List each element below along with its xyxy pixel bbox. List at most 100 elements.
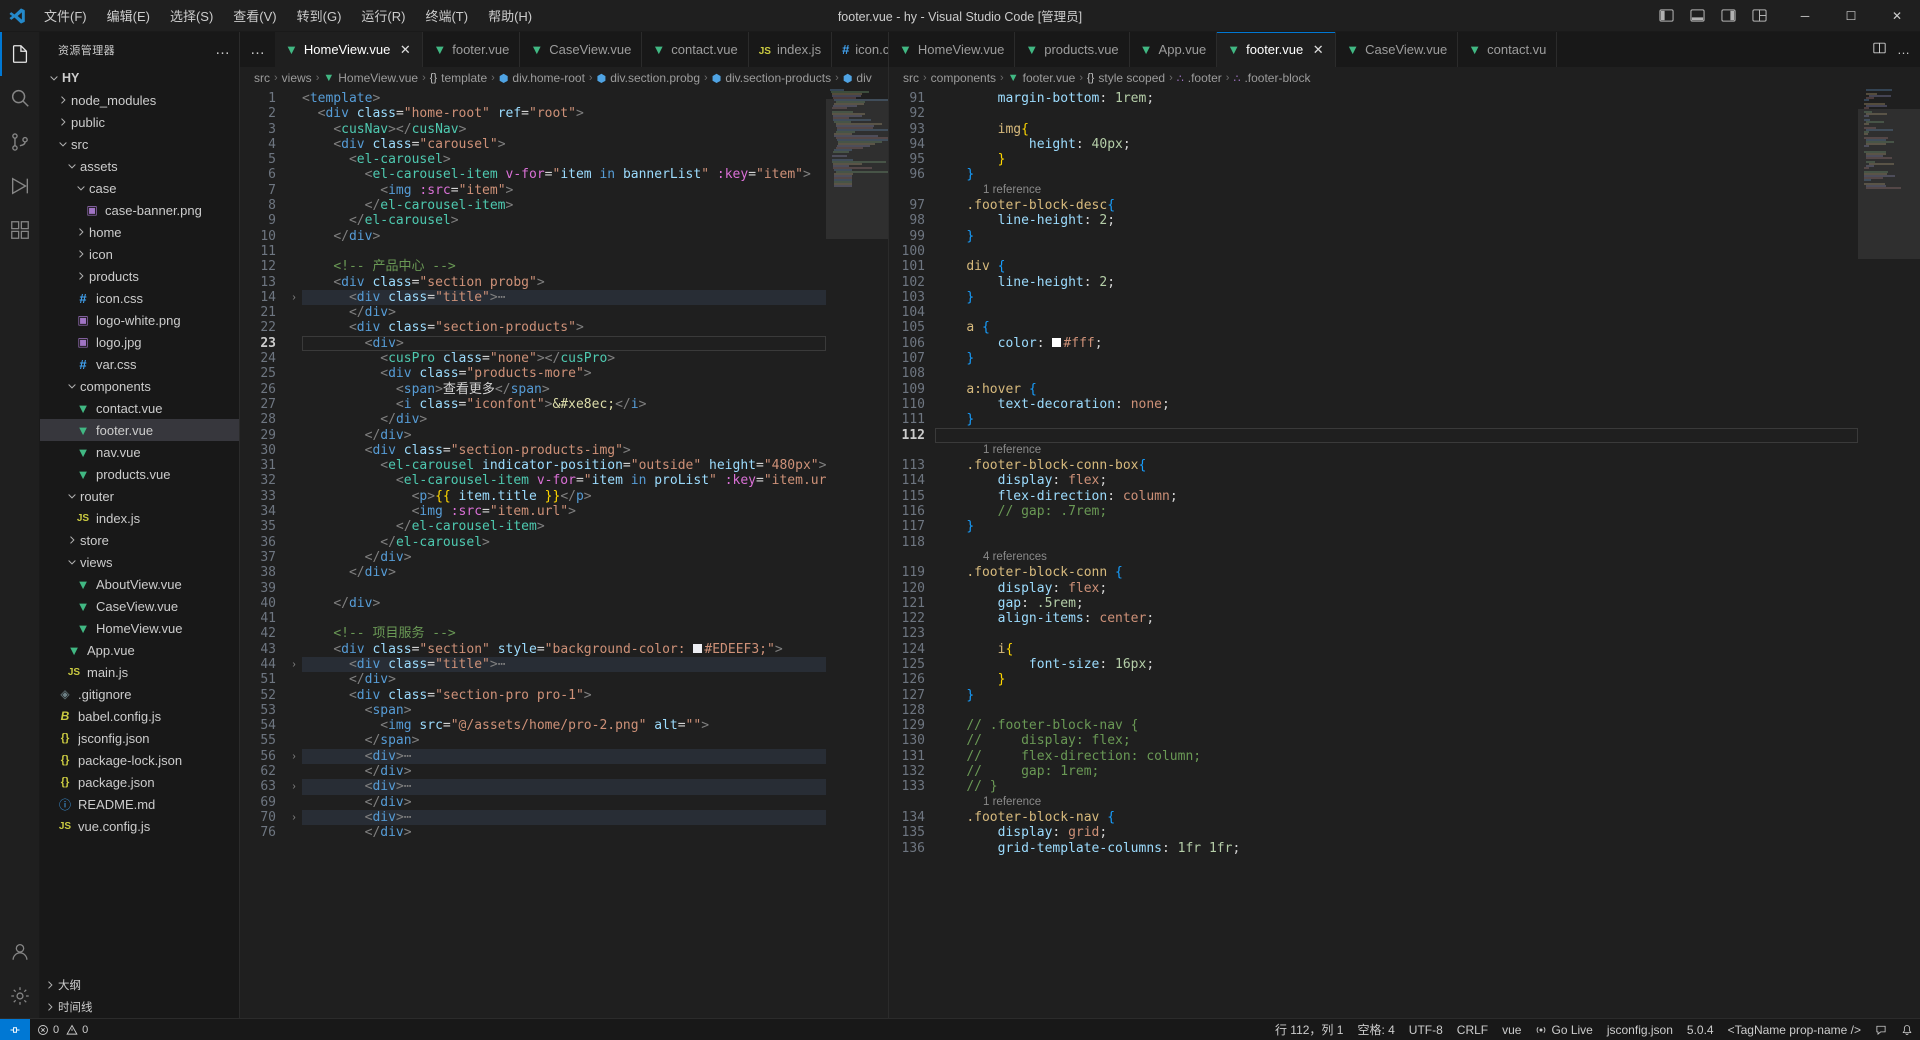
activity-explorer[interactable] <box>0 32 40 76</box>
breadcrumb-template[interactable]: {} template <box>430 71 487 85</box>
folding-controls-left[interactable]: › › › › › <box>286 89 302 1018</box>
split-editor-icon[interactable] <box>1872 41 1887 58</box>
breadcrumb-right[interactable]: src › components › ▼ footer.vue ›{} style scope… <box>889 67 1920 89</box>
tree-item-nav-vue[interactable]: ▼ nav.vue <box>40 441 239 463</box>
tree-item-logo-jpg[interactable]: ▣ logo.jpg <box>40 331 239 353</box>
code-line[interactable]: <div>⋯ <box>302 809 826 826</box>
code-line[interactable]: </div> <box>302 565 826 580</box>
code-line[interactable]: height: 40px; <box>935 137 1858 152</box>
encoding[interactable]: UTF-8 <box>1402 1019 1450 1040</box>
code-line[interactable]: <!-- 项目服务 --> <box>302 626 826 641</box>
minimap-slider[interactable] <box>1858 109 1920 259</box>
code-line[interactable] <box>935 535 1858 550</box>
chevron-right-icon[interactable] <box>75 226 87 238</box>
fold-chevron-icon[interactable]: › <box>286 779 302 794</box>
code-editor-right[interactable]: 91 92 93 94 95 96 97 98 99 100 101 102 103 104 105 106 1… <box>889 89 1920 1018</box>
code-line[interactable]: </div> <box>302 825 826 840</box>
code-line[interactable]: align-items: center; <box>935 611 1858 626</box>
tree-item-products[interactable]: products <box>40 265 239 287</box>
tree-item-public[interactable]: public <box>40 111 239 133</box>
tree-item-package-json[interactable]: {} package.json <box>40 771 239 793</box>
chevron-right-icon[interactable] <box>75 270 87 282</box>
tree-item-node-modules[interactable]: node_modules <box>40 89 239 111</box>
code-line[interactable]: <i class="iconfont">&#xe8ec;</i> <box>302 397 826 412</box>
chevron-right-icon[interactable] <box>57 116 69 128</box>
code-editor-left[interactable]: 1 2 3 4 5 6 7 8 9 10 11 12 13 14 21 22 23 24 25 26 27 28 29 30 3… <box>240 89 888 1018</box>
code-line[interactable]: <cusPro class="none"></cusPro> <box>302 351 826 366</box>
code-line[interactable]: <div class="products-more"> <box>302 366 826 381</box>
code-line[interactable]: <img :src="item"> <box>302 183 826 198</box>
breadcrumb--footer[interactable]: ∴ .footer <box>1177 71 1222 85</box>
activity-accounts[interactable] <box>0 930 40 974</box>
code-line[interactable]: } <box>935 152 1858 167</box>
tab-bar-right[interactable]: ▼ HomeView.vue ▼ products.vue ▼ App.vue ▼ foote… <box>889 32 1920 67</box>
breadcrumb-footer-vue[interactable]: ▼ footer.vue <box>1008 71 1076 85</box>
code-line[interactable] <box>935 244 1858 259</box>
code-line[interactable]: <div class="section-pro pro-1"> <box>302 688 826 703</box>
code-line[interactable]: <el-carousel indicator-position="outside… <box>302 458 826 473</box>
chevron-right-icon[interactable] <box>75 248 87 260</box>
code-line[interactable]: <span>查看更多</span> <box>302 382 826 397</box>
code-line[interactable]: } <box>935 412 1858 427</box>
tab-app-vue[interactable]: ▼ App.vue <box>1129 32 1218 67</box>
tab-products-vue[interactable]: ▼ products.vue <box>1015 32 1130 67</box>
code-line[interactable] <box>302 244 826 259</box>
code-content-left[interactable]: <template> <div class="home-root" ref="r… <box>302 89 826 1018</box>
menu-view[interactable]: 查看(V) <box>223 2 286 29</box>
code-line[interactable]: grid-template-columns: 1fr 1fr; <box>935 841 1858 856</box>
toggle-primary-sidebar-icon[interactable] <box>1658 8 1675 23</box>
code-line[interactable]: a { <box>935 320 1858 335</box>
code-line[interactable]: } <box>935 672 1858 687</box>
code-line[interactable] <box>935 626 1858 641</box>
tree-item-icon[interactable]: icon <box>40 243 239 265</box>
jsconfig-status[interactable]: jsconfig.json <box>1600 1019 1680 1040</box>
tree-item-logo-white-png[interactable]: ▣ logo-white.png <box>40 309 239 331</box>
code-line[interactable]: gap: .5rem; <box>935 596 1858 611</box>
chevron-down-icon[interactable] <box>66 490 78 502</box>
tree-item-caseview-vue[interactable]: ▼ CaseView.vue <box>40 595 239 617</box>
code-line[interactable]: margin-bottom: 1rem; <box>935 91 1858 106</box>
line-ending[interactable]: CRLF <box>1450 1019 1495 1040</box>
menu-edit[interactable]: 编辑(E) <box>97 2 160 29</box>
fold-chevron-icon[interactable]: › <box>286 657 302 672</box>
code-line[interactable]: <template> <box>302 91 826 106</box>
code-line[interactable]: color: #fff; <box>935 336 1858 351</box>
code-lens[interactable]: 1 reference <box>935 795 1858 810</box>
chevron-right-icon[interactable] <box>57 94 69 106</box>
code-line[interactable] <box>935 106 1858 121</box>
tree-item-case[interactable]: case <box>40 177 239 199</box>
code-line[interactable]: // flex-direction: column; <box>935 749 1858 764</box>
language-mode[interactable]: vue <box>1495 1019 1528 1040</box>
code-line[interactable]: i{ <box>935 642 1858 657</box>
code-line[interactable]: </div> <box>302 795 826 810</box>
code-line[interactable]: <div class="section probg"> <box>302 275 826 290</box>
notifications-bell-icon[interactable] <box>1894 1019 1920 1040</box>
tab-homeview-vue[interactable]: ▼ HomeView.vue ✕ <box>275 32 424 67</box>
code-line[interactable]: // display: flex; <box>935 733 1858 748</box>
customize-layout-icon[interactable] <box>1751 8 1768 23</box>
tree-item-store[interactable]: store <box>40 529 239 551</box>
tab-footer-vue[interactable]: ▼ footer.vue <box>423 32 521 67</box>
code-line[interactable]: } <box>935 688 1858 703</box>
menu-selection[interactable]: 选择(S) <box>160 2 223 29</box>
code-line[interactable]: <div class="section-products-img"> <box>302 443 826 458</box>
go-live-button[interactable]: Go Live <box>1528 1019 1599 1040</box>
code-line[interactable]: </el-carousel> <box>302 213 826 228</box>
explorer-more-actions-icon[interactable]: … <box>215 41 231 58</box>
code-line[interactable]: <div>⋯ <box>302 779 826 795</box>
chevron-down-icon[interactable] <box>66 380 78 392</box>
tree-item-main-js[interactable]: JS main.js <box>40 661 239 683</box>
tree-item-var-css[interactable]: # var.css <box>40 353 239 375</box>
code-line[interactable] <box>302 581 826 596</box>
code-line[interactable]: <span> <box>302 703 826 718</box>
code-line[interactable]: </div> <box>302 229 826 244</box>
code-line[interactable]: <div class="home-root" ref="root"> <box>302 106 826 121</box>
tree-item-hy[interactable]: HY <box>40 67 239 89</box>
tab-close-icon[interactable]: ✕ <box>398 42 412 58</box>
window-controls[interactable]: ─ ☐ ✕ <box>1782 0 1920 32</box>
problems-status[interactable]: 0 0 <box>30 1019 95 1040</box>
code-line[interactable]: flex-direction: column; <box>935 489 1858 504</box>
tab-homeview-vue[interactable]: ▼ HomeView.vue <box>889 32 1016 67</box>
code-line[interactable]: </div> <box>302 672 826 687</box>
sidebar-section-timeline[interactable]: 时间线 <box>40 996 239 1018</box>
